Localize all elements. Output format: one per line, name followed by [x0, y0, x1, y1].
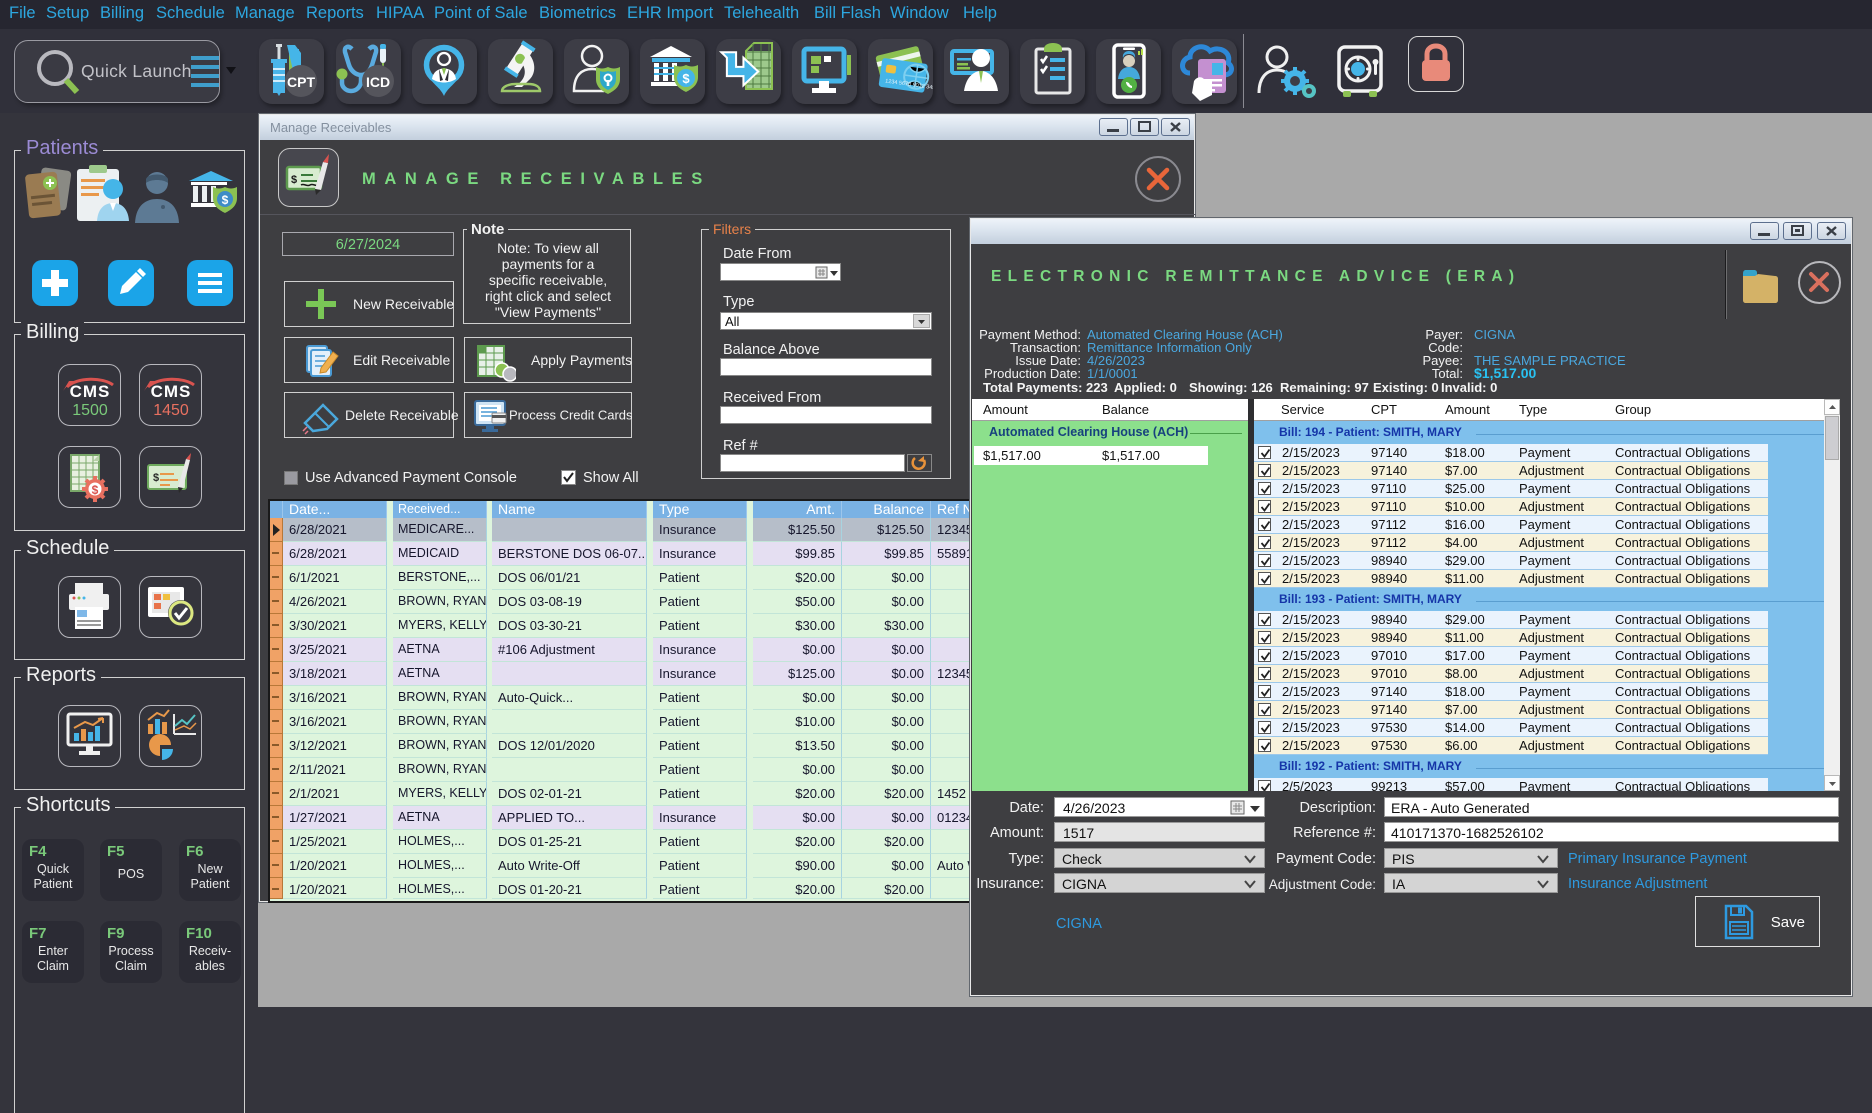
svg-text:$: $ [153, 472, 159, 484]
svg-text:CPT: CPT [287, 74, 315, 90]
svg-text:CMS: CMS [151, 382, 192, 401]
svg-text:$: $ [92, 483, 99, 497]
svg-text:$: $ [291, 174, 297, 186]
svg-text:1450: 1450 [153, 402, 189, 419]
svg-text:1500: 1500 [72, 402, 108, 419]
svg-text:ICD: ICD [366, 74, 390, 90]
svg-text:CMS: CMS [70, 382, 111, 401]
svg-text:$: $ [222, 193, 229, 207]
svg-text:$: $ [682, 71, 690, 86]
